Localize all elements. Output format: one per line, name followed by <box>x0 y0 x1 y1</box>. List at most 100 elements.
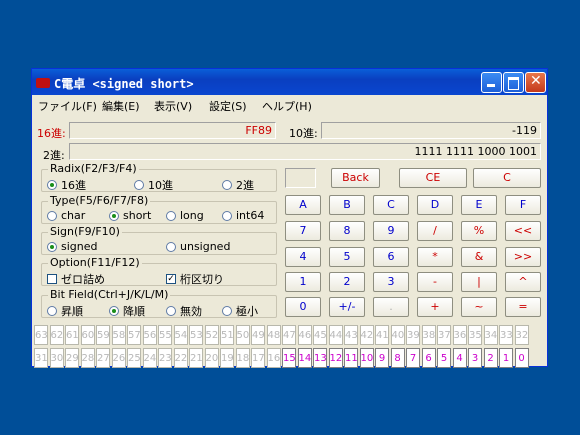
key-3-3-button[interactable]: - <box>417 272 453 292</box>
sign-signed-option[interactable]: signed <box>47 240 98 253</box>
clear-button[interactable]: C <box>473 168 541 188</box>
bit-32-cell[interactable]: 32 <box>514 325 529 345</box>
bit-13-cell[interactable]: 13 <box>313 348 327 368</box>
close-button[interactable]: ✕ <box>525 72 546 93</box>
bit-44-cell[interactable]: 44 <box>328 325 343 345</box>
menu-view[interactable]: 表示(V) <box>154 98 192 114</box>
bit-61-cell[interactable]: 61 <box>65 325 79 345</box>
bin-value[interactable]: 1111 1111 1000 1001 <box>69 143 541 160</box>
type-short-option[interactable]: short <box>109 209 151 222</box>
radix-dec-option[interactable]: 10進 <box>134 177 173 193</box>
clear-entry-button[interactable]: CE <box>399 168 467 188</box>
bitfield-descending-option[interactable]: 降順 <box>109 303 145 319</box>
key-4-1-button[interactable]: +/- <box>329 297 365 317</box>
key-2-1-button[interactable]: 5 <box>329 247 365 267</box>
key-3-4-button[interactable]: | <box>461 272 497 292</box>
bit-1-cell[interactable]: 1 <box>499 348 513 368</box>
key-0-0-button[interactable]: A <box>285 195 321 215</box>
bit-60-cell[interactable]: 60 <box>80 325 95 345</box>
bit-40-cell[interactable]: 40 <box>390 325 405 345</box>
back-button[interactable]: Back <box>331 168 380 188</box>
radix-hex-option[interactable]: 16進 <box>47 177 86 193</box>
key-3-2-button[interactable]: 3 <box>373 272 409 292</box>
bit-19-cell[interactable]: 19 <box>220 348 234 368</box>
sign-unsigned-option[interactable]: unsigned <box>166 240 230 253</box>
bit-35-cell[interactable]: 35 <box>468 325 482 345</box>
bit-10-cell[interactable]: 10 <box>359 348 374 368</box>
bit-5-cell[interactable]: 5 <box>437 348 451 368</box>
type-long-option[interactable]: long <box>166 209 204 222</box>
bit-37-cell[interactable]: 37 <box>437 325 451 345</box>
bit-9-cell[interactable]: 9 <box>375 348 389 368</box>
bitfield-disabled-option[interactable]: 無効 <box>166 303 202 319</box>
key-3-0-button[interactable]: 1 <box>285 272 321 292</box>
bit-3-cell[interactable]: 3 <box>468 348 482 368</box>
bit-55-cell[interactable]: 55 <box>158 325 172 345</box>
key-4-4-button[interactable]: ~ <box>461 297 497 317</box>
key-3-1-button[interactable]: 2 <box>329 272 365 292</box>
bit-62-cell[interactable]: 62 <box>49 325 64 345</box>
bit-20-cell[interactable]: 20 <box>204 348 219 368</box>
key-1-2-button[interactable]: 9 <box>373 221 409 241</box>
bit-16-cell[interactable]: 16 <box>266 348 281 368</box>
bit-41-cell[interactable]: 41 <box>375 325 389 345</box>
bit-23-cell[interactable]: 23 <box>158 348 172 368</box>
menu-settings[interactable]: 設定(S) <box>209 98 247 114</box>
bit-52-cell[interactable]: 52 <box>204 325 219 345</box>
key-2-3-button[interactable]: * <box>417 247 453 267</box>
key-2-0-button[interactable]: 4 <box>285 247 321 267</box>
key-1-5-button[interactable]: << <box>505 221 541 241</box>
key-4-5-button[interactable]: = <box>505 297 541 317</box>
bit-21-cell[interactable]: 21 <box>189 348 203 368</box>
radix-bin-option[interactable]: 2進 <box>222 177 254 193</box>
bit-28-cell[interactable]: 28 <box>80 348 95 368</box>
bit-18-cell[interactable]: 18 <box>235 348 250 368</box>
key-3-5-button[interactable]: ^ <box>505 272 541 292</box>
key-0-2-button[interactable]: C <box>373 195 409 215</box>
bit-17-cell[interactable]: 17 <box>251 348 265 368</box>
bit-48-cell[interactable]: 48 <box>266 325 281 345</box>
bit-51-cell[interactable]: 51 <box>220 325 234 345</box>
bit-38-cell[interactable]: 38 <box>421 325 436 345</box>
bit-11-cell[interactable]: 11 <box>344 348 358 368</box>
bit-4-cell[interactable]: 4 <box>452 348 467 368</box>
bit-47-cell[interactable]: 47 <box>282 325 296 345</box>
key-2-2-button[interactable]: 6 <box>373 247 409 267</box>
bit-33-cell[interactable]: 33 <box>499 325 513 345</box>
bit-49-cell[interactable]: 49 <box>251 325 265 345</box>
bit-31-cell[interactable]: 31 <box>34 348 48 368</box>
bit-42-cell[interactable]: 42 <box>359 325 374 345</box>
bit-26-cell[interactable]: 26 <box>111 348 126 368</box>
bitfield-minimal-option[interactable]: 極小 <box>222 303 258 319</box>
bit-2-cell[interactable]: 2 <box>483 348 498 368</box>
key-1-0-button[interactable]: 7 <box>285 221 321 241</box>
menu-help[interactable]: ヘルプ(H) <box>262 98 312 114</box>
dec-value[interactable]: -119 <box>321 122 541 139</box>
key-4-0-button[interactable]: 0 <box>285 297 321 317</box>
bit-22-cell[interactable]: 22 <box>173 348 188 368</box>
bit-24-cell[interactable]: 24 <box>142 348 157 368</box>
bit-7-cell[interactable]: 7 <box>406 348 420 368</box>
bit-50-cell[interactable]: 50 <box>235 325 250 345</box>
menu-file[interactable]: ファイル(F) <box>38 98 97 114</box>
bit-59-cell[interactable]: 59 <box>96 325 110 345</box>
key-4-3-button[interactable]: + <box>417 297 453 317</box>
minimize-button[interactable] <box>481 72 502 93</box>
bit-46-cell[interactable]: 46 <box>297 325 312 345</box>
bitfield-ascending-option[interactable]: 昇順 <box>47 303 83 319</box>
key-2-5-button[interactable]: >> <box>505 247 541 267</box>
maximize-button[interactable] <box>503 72 524 93</box>
bit-58-cell[interactable]: 58 <box>111 325 126 345</box>
key-1-1-button[interactable]: 8 <box>329 221 365 241</box>
bit-39-cell[interactable]: 39 <box>406 325 420 345</box>
digit-separator-checkbox[interactable]: ✓ 桁区切り <box>166 271 224 287</box>
bit-0-cell[interactable]: 0 <box>514 348 529 368</box>
type-int64-option[interactable]: int64 <box>222 209 264 222</box>
bit-34-cell[interactable]: 34 <box>483 325 498 345</box>
key-0-3-button[interactable]: D <box>417 195 453 215</box>
bit-30-cell[interactable]: 30 <box>49 348 64 368</box>
bit-63-cell[interactable]: 63 <box>34 325 48 345</box>
key-0-1-button[interactable]: B <box>329 195 365 215</box>
key-4-2-button[interactable]: . <box>373 297 409 317</box>
title-bar[interactable]: C電卓 <signed short> ✕ <box>32 69 547 95</box>
